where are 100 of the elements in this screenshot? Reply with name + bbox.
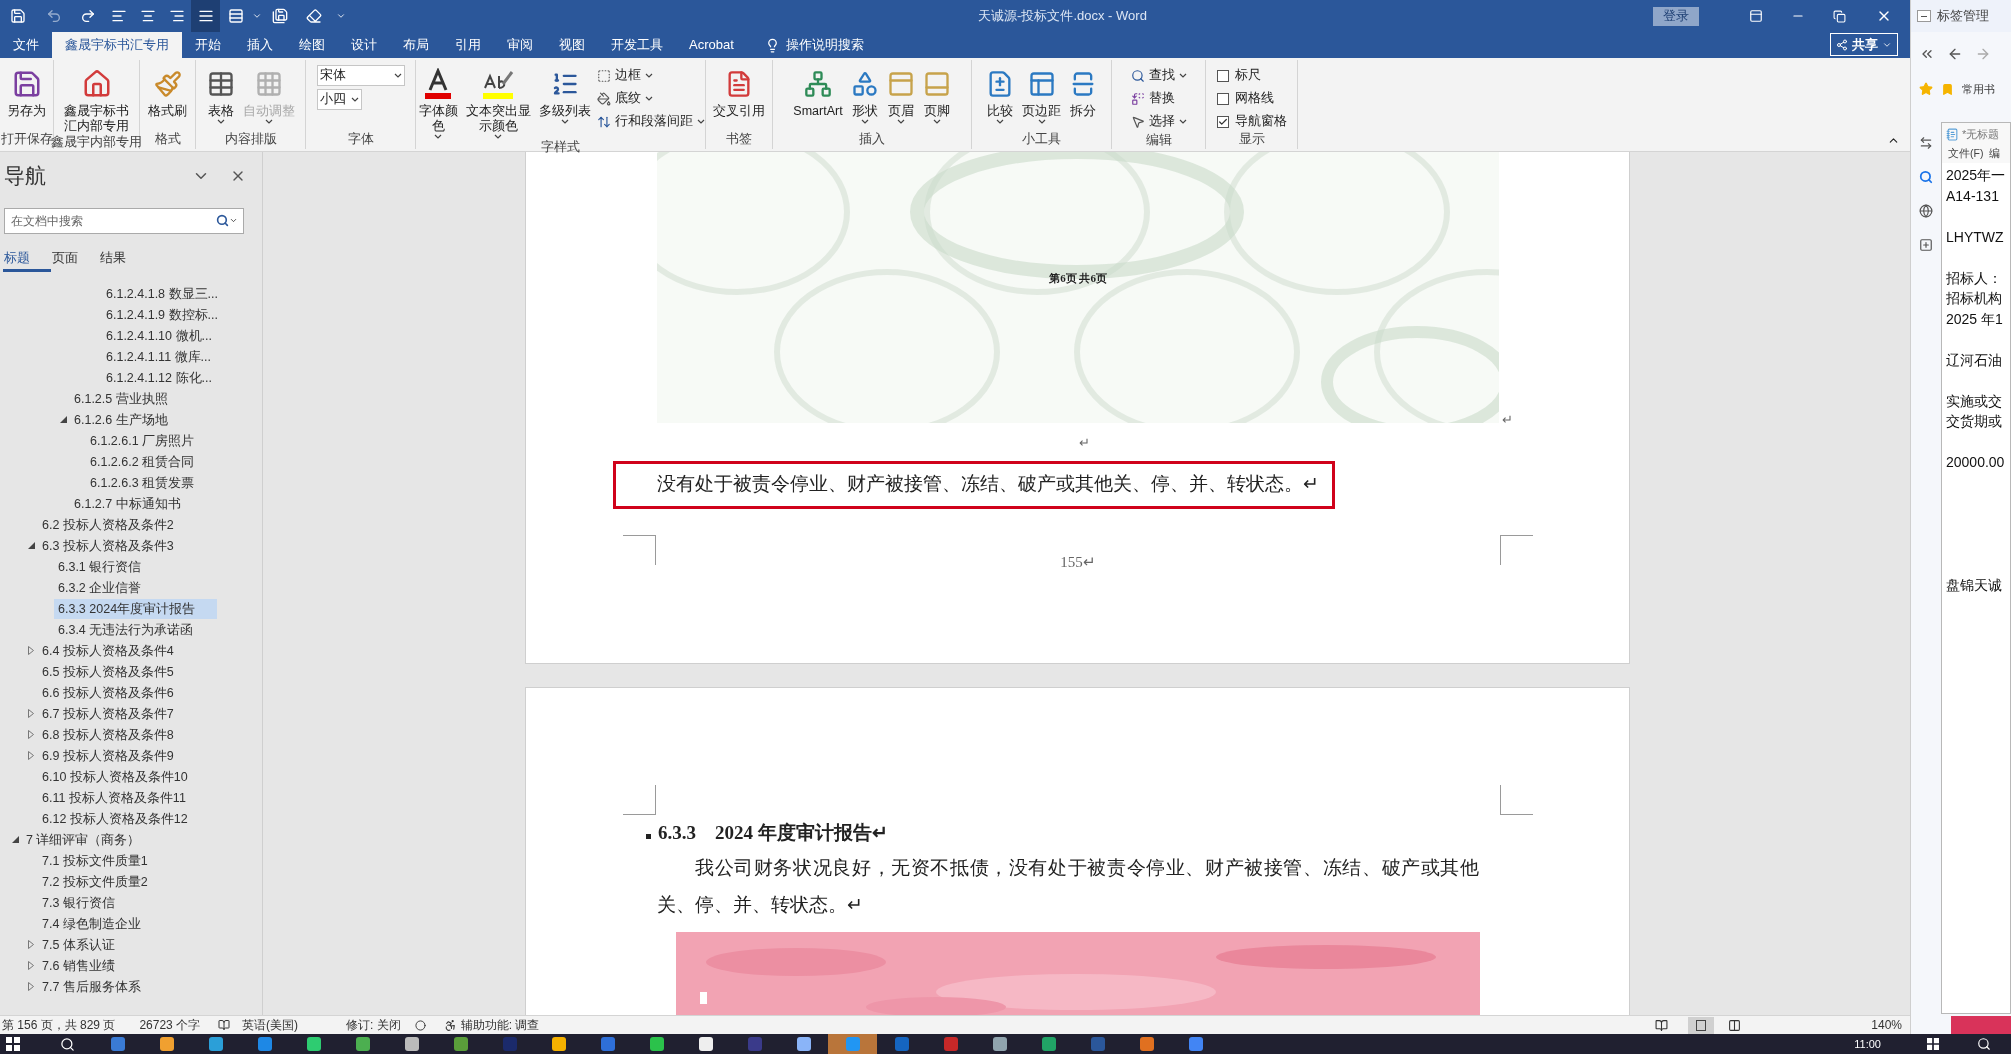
toggle-icon[interactable] (1917, 10, 1931, 22)
ribbon-button[interactable]: 文本突出显 示颜色 (463, 64, 533, 139)
collapsed-triangle-icon[interactable] (28, 961, 34, 970)
ribbon-tab[interactable]: 布局 (390, 32, 442, 58)
macro-record-icon[interactable] (414, 1019, 426, 1031)
save-icon[interactable] (10, 8, 26, 24)
ribbon-small-button[interactable]: 选择 (1130, 111, 1187, 132)
pane-tab[interactable]: 标题 (3, 248, 51, 272)
heading-item[interactable]: 6.7 投标人资格及条件7 (38, 703, 174, 724)
ribbon-button[interactable]: 格式刷 (146, 64, 189, 131)
globe-icon[interactable] (1919, 204, 1933, 218)
ribbon-button[interactable]: 表格 (204, 64, 237, 131)
ribbon-button[interactable]: 另存为 (5, 64, 48, 131)
windows-logo-icon[interactable] (1927, 1038, 1939, 1050)
heading-item[interactable]: 6.9 投标人资格及条件9 (38, 745, 174, 766)
search-icon[interactable] (60, 1036, 75, 1052)
heading-item[interactable]: 7.5 体系认证 (38, 934, 115, 955)
collapsed-triangle-icon[interactable] (28, 730, 34, 739)
line-spacing-icon[interactable] (228, 8, 244, 24)
redo-icon[interactable] (80, 8, 96, 24)
bookmark-link[interactable]: 常用书 (1962, 80, 1995, 98)
expanded-triangle-icon[interactable] (28, 542, 35, 549)
search-icon[interactable] (1977, 1037, 1991, 1051)
ribbon-tab[interactable]: 引用 (442, 32, 494, 58)
ribbon-display-icon[interactable] (1749, 9, 1763, 23)
heading-item[interactable]: 6.4 投标人资格及条件4 (38, 640, 174, 661)
ribbon-tab[interactable]: 开始 (182, 32, 234, 58)
ribbon-button[interactable]: 页边距 (1020, 64, 1063, 131)
tell-me-search[interactable]: 操作说明搜索 (785, 35, 864, 55)
clock-time[interactable]: 11:00 (1854, 1035, 1881, 1053)
word-count[interactable]: 26723 个字 (139, 1016, 201, 1034)
save-as-icon[interactable] (272, 8, 288, 24)
ribbon-button[interactable]: 比较 (984, 64, 1016, 131)
ribbon-button[interactable]: 形状 (848, 64, 881, 131)
ribbon-small-button[interactable]: 行和段落间距 (596, 111, 705, 132)
heading-item[interactable]: 7 详细评审（商务） (22, 829, 141, 850)
accessibility-status[interactable]: 辅助功能: 调查 (460, 1016, 540, 1034)
checkbox[interactable] (1216, 92, 1229, 105)
heading-item[interactable]: 6.1.2.4.1.9 数控标... (102, 304, 218, 325)
customize-icon[interactable] (336, 11, 346, 21)
ribbon-small-button[interactable]: 底纹 (596, 88, 705, 109)
ribbon-tab[interactable]: 文件 (0, 32, 52, 58)
ribbon-small-button[interactable]: 查找 (1130, 65, 1187, 86)
ribbon-tab[interactable]: 审阅 (494, 32, 546, 58)
collapsed-triangle-icon[interactable] (28, 751, 34, 760)
checkbox-option[interactable]: 标尺 (1216, 66, 1287, 85)
ribbon-button[interactable]: 字体颜 色 (416, 64, 460, 139)
heading-item[interactable]: 6.3.2 企业信誉 (54, 577, 142, 598)
heading-item[interactable]: 6.3.3 2024年度审计报告 (54, 598, 217, 619)
ribbon-button[interactable]: 页脚 (920, 64, 953, 131)
heading-item[interactable]: 7.7 售后服务体系 (38, 976, 141, 997)
ribbon-tab[interactable]: 绘图 (286, 32, 338, 58)
language-status[interactable]: 英语(美国) (242, 1016, 299, 1034)
heading-item[interactable]: 7.1 投标文件质量1 (38, 850, 148, 871)
heading-item[interactable]: 6.1.2.6.2 租赁合同 (86, 451, 195, 472)
share-button[interactable]: 共享 (1830, 33, 1898, 56)
swap-icon[interactable] (1919, 136, 1933, 150)
heading-item[interactable]: 7.6 销售业绩 (38, 955, 115, 976)
heading-item[interactable]: 7.3 银行资信 (38, 892, 115, 913)
font-combo[interactable]: 小四 (316, 89, 362, 110)
restore-icon[interactable] (1833, 9, 1846, 23)
checkbox-option[interactable]: 网格线 (1216, 89, 1287, 108)
heading-item[interactable]: 6.6 投标人资格及条件6 (38, 682, 174, 703)
proofing-icon[interactable] (218, 1019, 231, 1031)
ribbon-tab[interactable]: 设计 (338, 32, 390, 58)
pane-tab[interactable]: 页面 (51, 248, 99, 272)
heading-item[interactable]: 6.2 投标人资格及条件2 (38, 514, 174, 535)
checkbox-option[interactable]: 导航窗格 (1216, 112, 1287, 131)
heading-item[interactable]: 6.10 投标人资格及条件10 (38, 766, 188, 787)
heading-item[interactable]: 6.1.2.4.1.11 微库... (102, 346, 211, 367)
login-button[interactable]: 登录 (1653, 6, 1699, 26)
heading-item[interactable]: 6.8 投标人资格及条件8 (38, 724, 174, 745)
ribbon-small-button[interactable]: 替换 (1130, 88, 1187, 109)
heading-item[interactable]: 6.1.2.4.1.12 陈化... (102, 367, 212, 388)
heading-item[interactable]: 6.5 投标人资格及条件5 (38, 661, 174, 682)
heading-item[interactable]: 6.3.1 银行资信 (54, 556, 142, 577)
print-layout-icon[interactable] (1688, 1016, 1715, 1034)
checkbox[interactable] (1216, 69, 1229, 82)
heading-item[interactable]: 6.1.2.4.1.10 微机... (102, 325, 212, 346)
collapsed-triangle-icon[interactable] (28, 709, 34, 718)
heading-item[interactable]: 7.2 投标文件质量2 (38, 871, 148, 892)
collapsed-triangle-icon[interactable] (28, 940, 34, 949)
heading-item[interactable]: 6.1.2.7 中标通知书 (70, 493, 181, 514)
add-icon[interactable] (1919, 238, 1933, 252)
ribbon-button[interactable]: 鑫晟宇标书 汇内部专用 (62, 64, 131, 134)
heading-item[interactable]: 6.11 投标人资格及条件11 (38, 787, 186, 808)
back-icon[interactable] (1947, 46, 1963, 62)
ribbon-button[interactable]: 拆分 (1067, 64, 1099, 131)
heading-item[interactable]: 6.12 投标人资格及条件12 (38, 808, 188, 829)
heading-item[interactable]: 6.1.2.6 生产场地 (70, 409, 168, 430)
star-icon[interactable] (1919, 82, 1933, 96)
windows-logo-icon[interactable] (6, 1037, 20, 1051)
ribbon-button[interactable]: 交叉引用 (711, 64, 767, 131)
collapsed-triangle-icon[interactable] (28, 982, 34, 991)
heading-item[interactable]: 6.1.2.6.1 厂房照片 (86, 430, 195, 451)
heading-item[interactable]: 6.1.2.6.3 租赁发票 (86, 472, 195, 493)
ribbon-tab[interactable]: 插入 (234, 32, 286, 58)
web-layout-icon[interactable] (1728, 1018, 1742, 1032)
eraser-icon[interactable] (306, 8, 322, 24)
ribbon-tab[interactable]: Acrobat (676, 32, 747, 58)
